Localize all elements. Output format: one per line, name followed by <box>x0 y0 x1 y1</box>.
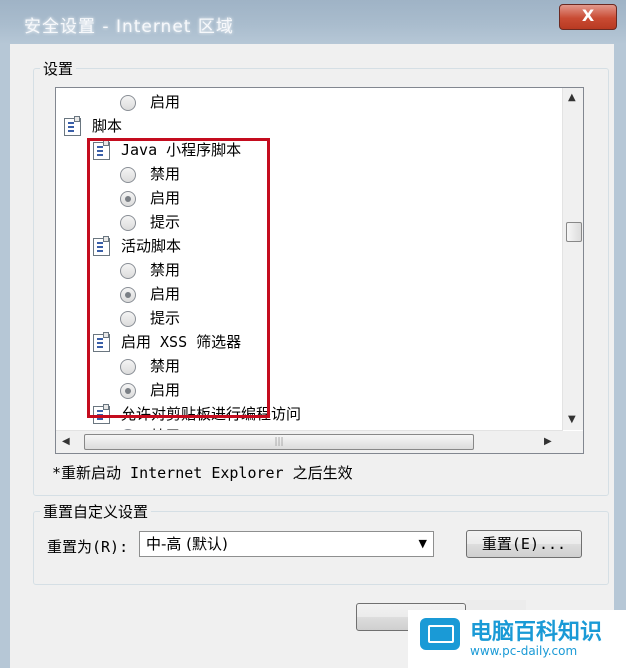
settings-group-label: 设置 <box>40 58 77 79</box>
reset-to-label: 重置为(R): <box>47 538 129 556</box>
tree-item-label: 启用 <box>150 93 181 111</box>
security-level-value: 中-高 (默认) <box>146 535 228 553</box>
monitor-icon <box>420 618 460 650</box>
chevron-down-icon[interactable]: ▼ <box>419 532 427 556</box>
window-title: 安全设置 - Internet 区域 <box>24 17 234 37</box>
settings-category-icon <box>64 116 81 136</box>
horizontal-scrollbar[interactable]: ◀ ||| ▶ <box>56 430 563 453</box>
window-frame-left <box>0 44 10 668</box>
watermark-title: 电脑百科知识 <box>470 620 603 645</box>
tree-item-label: 脚本 <box>92 117 123 135</box>
highlight-box <box>87 138 270 418</box>
window-frame-right <box>614 44 626 668</box>
reset-button[interactable]: 重置(E)... <box>466 530 582 558</box>
scrollbar-corner <box>563 431 583 453</box>
scroll-right-arrow-icon[interactable]: ▶ <box>544 436 552 447</box>
vertical-scrollbar[interactable]: ▲ ▼ <box>562 88 583 430</box>
security-level-select[interactable]: 中-高 (默认) ▼ <box>139 531 434 557</box>
reset-group-label: 重置自定义设置 <box>40 501 152 522</box>
scroll-up-arrow-icon[interactable]: ▲ <box>568 92 576 103</box>
radio-button[interactable] <box>120 95 136 111</box>
scroll-down-arrow-icon[interactable]: ▼ <box>568 414 576 425</box>
scroll-left-arrow-icon[interactable]: ◀ <box>62 436 70 447</box>
vertical-scroll-thumb[interactable] <box>566 222 582 242</box>
horizontal-scroll-thumb[interactable]: ||| <box>84 434 474 450</box>
title-bar: 安全设置 - Internet 区域 X <box>0 0 626 44</box>
watermark-url: www.pc-daily.com <box>470 644 578 658</box>
watermark: 电脑百科知识 www.pc-daily.com <box>408 610 626 668</box>
close-button[interactable]: X <box>559 4 617 30</box>
restart-note: *重新启动 Internet Explorer 之后生效 <box>52 464 353 482</box>
